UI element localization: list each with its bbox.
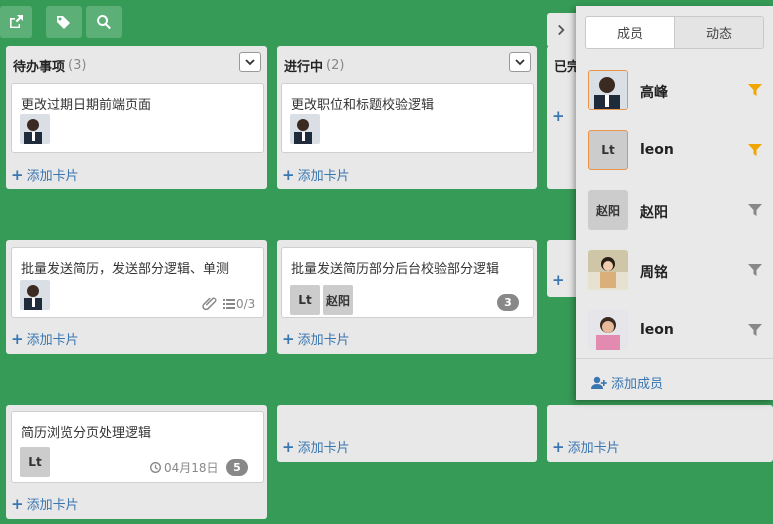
list-todo-row3: 简历浏览分页处理逻辑 Lt 04月18日 5 + 添加卡片 (6, 405, 267, 519)
avatar[interactable] (20, 280, 50, 310)
tag-icon (57, 16, 70, 29)
tag-button[interactable] (46, 6, 82, 38)
card-meta: 0/3 (202, 296, 255, 311)
add-card-button[interactable]: + 添加卡片 (11, 494, 79, 514)
filter-icon[interactable] (748, 83, 762, 97)
card-title: 简历浏览分页处理逻辑 (21, 426, 152, 441)
tab-activity[interactable]: 动态 (674, 17, 763, 48)
avatar: Lt (588, 130, 628, 170)
add-card-button[interactable]: + (552, 271, 568, 289)
plus-icon: + (11, 165, 24, 184)
avatar (588, 250, 628, 290)
plus-icon: + (282, 165, 295, 184)
panel-collapse-button[interactable] (547, 13, 576, 47)
list-title: 待办事项 (13, 59, 66, 75)
share-button[interactable] (0, 6, 32, 38)
member-panel: 成员 动态 高峰 Lt leon 赵阳 赵阳 周铭 leon 添加成员 (576, 6, 773, 400)
plus-icon: + (552, 107, 565, 125)
list-header: 待办事项 (3) (13, 53, 86, 77)
list-in-progress-row2: 批量发送简历部分后台校验部分逻辑 Lt 赵阳 3 + 添加卡片 (277, 240, 537, 354)
member-name: leon (640, 322, 674, 338)
attachment-icon (202, 297, 217, 311)
plus-icon: + (282, 437, 295, 456)
avatar[interactable] (290, 114, 320, 144)
plus-icon: + (552, 437, 565, 456)
member-item[interactable]: Lt leon (576, 130, 773, 190)
card[interactable]: 批量发送简历部分后台校验部分逻辑 Lt 赵阳 3 (281, 247, 534, 318)
list-todo: 待办事项 (3) 更改过期日期前端页面 + 添加卡片 (6, 46, 267, 189)
list-in-progress: 进行中 (2) 更改职位和标题校验逻辑 + 添加卡片 (277, 46, 537, 189)
avatar: 赵阳 (588, 190, 628, 230)
panel-footer: 添加成员 (576, 358, 773, 400)
list-collapse-button[interactable] (509, 52, 531, 72)
card-title: 更改职位和标题校验逻辑 (291, 98, 435, 113)
member-name: 周铭 (640, 265, 668, 281)
plus-icon: + (552, 271, 565, 289)
card-title: 更改过期日期前端页面 (21, 98, 152, 113)
clock-icon (150, 462, 161, 473)
plus-icon: + (11, 494, 24, 513)
add-card-button[interactable]: + 添加卡片 (11, 165, 79, 185)
card[interactable]: 更改职位和标题校验逻辑 (281, 83, 534, 153)
member-item[interactable]: 高峰 (576, 70, 773, 130)
add-member-button[interactable]: 添加成员 (591, 373, 663, 392)
add-card-button[interactable]: + (552, 107, 568, 125)
card-title: 批量发送简历，发送部分逻辑、单测 (21, 262, 230, 277)
list-done-row3: + 添加卡片 (547, 405, 773, 462)
search-icon (97, 15, 111, 30)
comment-count-badge: 5 (226, 459, 248, 476)
checklist-count: 0/3 (236, 296, 256, 311)
tab-members[interactable]: 成员 (586, 17, 674, 48)
member-name: leon (640, 142, 674, 158)
avatar (588, 310, 628, 350)
add-card-button[interactable]: + 添加卡片 (552, 437, 620, 457)
list-title: 进行中 (284, 59, 324, 75)
checklist-icon (223, 298, 235, 309)
card[interactable]: 更改过期日期前端页面 (11, 83, 264, 153)
avatar[interactable]: Lt (20, 447, 50, 477)
chevron-down-icon (245, 59, 255, 66)
avatar (588, 70, 628, 110)
avatar[interactable] (20, 114, 50, 144)
comment-count-badge: 3 (497, 294, 519, 311)
list-todo-row2: 批量发送简历，发送部分逻辑、单测 0/3 + 添加卡片 (6, 240, 267, 354)
list-in-progress-row3: + 添加卡片 (277, 405, 537, 462)
member-item[interactable]: 周铭 (576, 250, 773, 310)
add-card-button[interactable]: + 添加卡片 (282, 437, 350, 457)
add-card-button[interactable]: + 添加卡片 (282, 165, 350, 185)
filter-icon[interactable] (748, 263, 762, 277)
due-date: 04月18日 (150, 459, 219, 476)
avatar[interactable]: Lt (290, 285, 320, 315)
list-header: 进行中 (2) (284, 53, 344, 77)
chevron-right-icon (558, 24, 565, 36)
list-collapse-button[interactable] (239, 52, 261, 72)
panel-tabs: 成员 动态 (585, 16, 764, 49)
member-item[interactable]: 赵阳 赵阳 (576, 190, 773, 250)
filter-icon[interactable] (748, 203, 762, 217)
member-name: 赵阳 (640, 205, 668, 221)
add-user-icon (591, 376, 607, 389)
member-name: 高峰 (640, 85, 668, 101)
search-button[interactable] (86, 6, 122, 38)
card-title: 批量发送简历部分后台校验部分逻辑 (291, 262, 500, 277)
share-icon (10, 15, 23, 28)
plus-icon: + (11, 329, 24, 348)
add-card-button[interactable]: + 添加卡片 (282, 329, 350, 349)
list-count: (3) (68, 57, 87, 73)
filter-icon[interactable] (748, 143, 762, 157)
chevron-down-icon (515, 59, 525, 66)
avatar[interactable]: 赵阳 (323, 285, 353, 315)
list-count: (2) (326, 57, 345, 73)
plus-icon: + (282, 329, 295, 348)
card[interactable]: 批量发送简历，发送部分逻辑、单测 0/3 (11, 247, 264, 318)
add-card-button[interactable]: + 添加卡片 (11, 329, 79, 349)
filter-icon[interactable] (748, 323, 762, 337)
card[interactable]: 简历浏览分页处理逻辑 Lt 04月18日 5 (11, 411, 264, 483)
